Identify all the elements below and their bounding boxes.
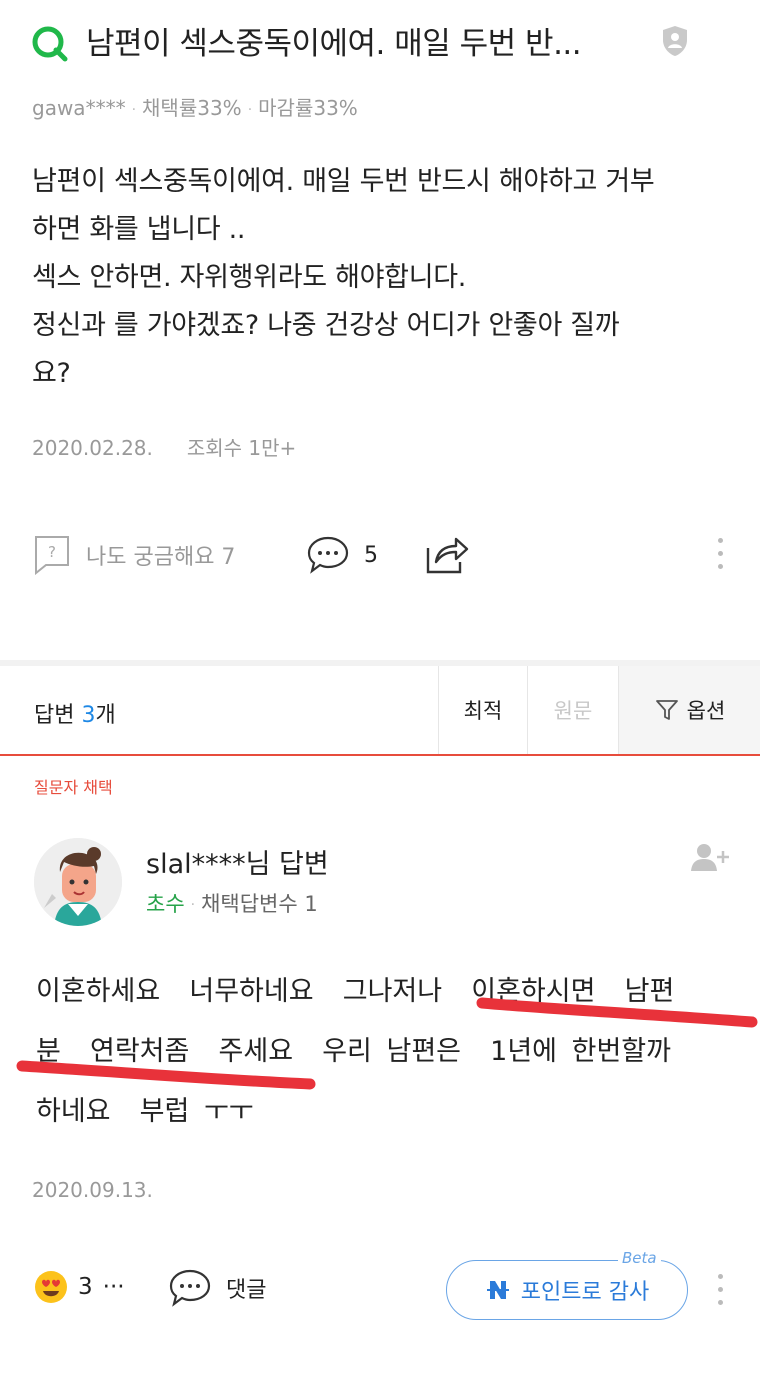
thank-with-points-button[interactable]: 포인트로 감사 [446, 1260, 688, 1320]
reaction-more[interactable]: ··· [103, 1274, 125, 1300]
svg-text:?: ? [48, 543, 56, 561]
adopt-rate: 채택률33% [142, 96, 242, 120]
question-title[interactable]: 남편이 섹스중독이에여. 매일 두번 반... [86, 18, 582, 63]
options-label: 옵션 [686, 699, 726, 723]
question-date-row: 2020.02.28. 조회수 1만+ [32, 432, 296, 461]
question-bubble-icon: ? [35, 536, 69, 575]
avatar-image [34, 838, 122, 926]
answers-count-label: 답변 3개 [34, 697, 116, 729]
naver-point-icon [486, 1281, 509, 1299]
point-label: 포인트로 감사 [520, 1280, 650, 1305]
sort-best-button[interactable]: 최적 [438, 666, 527, 754]
reaction-count: 3 [78, 1274, 93, 1300]
answer-date: 2020.09.13. [32, 1178, 153, 1202]
add-friend-icon[interactable] [690, 842, 730, 872]
question-meta: gawa**** · 채택률33% · 마감률33% [32, 96, 358, 120]
answer-body: 이혼하세요 너무하네요 그나저나 이혼하시면 남편 분 연락처좀 주세요 우리 … [36, 976, 675, 1127]
filter-icon [655, 700, 678, 720]
curious-label: 나도 궁금해요 7 [86, 545, 236, 570]
selected-by-asker-tag: 질문자 채택 [34, 778, 113, 797]
sort-original-button[interactable]: 원문 [527, 666, 618, 754]
author-name[interactable]: gawa**** [32, 96, 126, 120]
question-date: 2020.02.28. [32, 436, 153, 460]
reply-button[interactable]: 댓글 [168, 1268, 266, 1308]
options-button[interactable]: 옵션 [618, 666, 760, 754]
answerer-level: 초수 [146, 892, 185, 916]
adopted-answer-count: 채택답변수 1 [201, 892, 318, 916]
comment-icon [307, 536, 349, 574]
comments-button[interactable]: 5 [306, 535, 378, 575]
beta-badge: Beta [618, 1249, 661, 1267]
answers-count: 3 [81, 703, 96, 728]
comment-icon [169, 1269, 211, 1307]
more-options-icon[interactable] [718, 538, 723, 577]
share-icon[interactable] [424, 532, 470, 576]
heart-eyes-emoji-icon [35, 1271, 67, 1303]
reply-label: 댓글 [226, 1278, 267, 1303]
question-body: 남편이 섹스중독이에여. 매일 두번 반드시 해야하고 거부 하면 화를 냅니다… [32, 166, 655, 389]
answerer-info: 초수 · 채택답변수 1 [146, 892, 318, 916]
comment-count: 5 [364, 542, 378, 568]
shield-icon [663, 26, 687, 56]
answerer-name[interactable]: slal****님 답변 [146, 842, 329, 881]
curious-button[interactable]: ? 나도 궁금해요 7 [34, 535, 235, 575]
avatar[interactable] [34, 838, 122, 926]
view-count: 조회수 1만+ [186, 436, 297, 460]
close-rate: 마감률33% [258, 96, 358, 120]
reaction-button[interactable]: 3 ··· [34, 1270, 125, 1304]
more-options-icon[interactable] [718, 1274, 723, 1313]
question-icon [32, 26, 68, 62]
answers-label-suffix: 개 [95, 703, 116, 728]
answers-label-prefix: 답변 [34, 703, 82, 728]
